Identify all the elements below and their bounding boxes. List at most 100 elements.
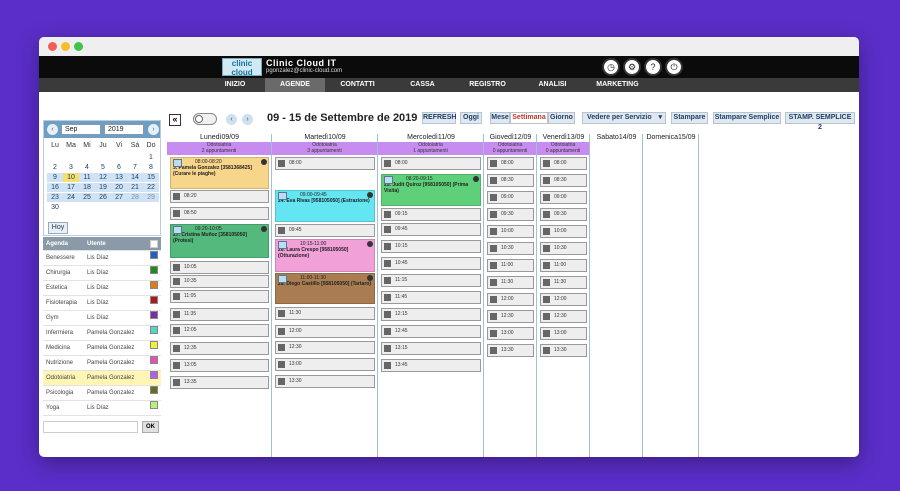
time-slot[interactable]: 12:30 (540, 310, 587, 323)
gear-icon[interactable]: ⚙ (623, 58, 641, 76)
add-appointment-icon[interactable] (278, 310, 285, 317)
add-appointment-icon[interactable] (173, 210, 180, 217)
calendar-day[interactable]: 14 (127, 173, 143, 182)
year-select[interactable]: 2019 (104, 124, 144, 135)
add-appointment-icon[interactable] (173, 379, 180, 386)
add-appointment-icon[interactable] (490, 177, 497, 184)
mese-button[interactable]: Mese (490, 112, 510, 124)
agenda-color-checkbox[interactable] (150, 266, 158, 274)
calendar-day[interactable]: 6 (111, 163, 127, 172)
agenda-row[interactable]: Medicina Pamela Gonzalez (43, 341, 161, 356)
select-all-checkbox[interactable] (150, 240, 158, 248)
add-appointment-icon[interactable] (173, 327, 180, 334)
agenda-row[interactable]: Chirurgia Lis Díaz (43, 266, 161, 281)
time-slot[interactable]: 10:05 (170, 261, 269, 274)
hoy-button[interactable]: Hoy (48, 222, 68, 234)
time-slot[interactable]: 13:45 (381, 359, 481, 372)
add-appointment-icon[interactable] (490, 313, 497, 320)
calendar-day[interactable]: 15 (143, 173, 159, 182)
calendar-day[interactable]: 30 (47, 203, 63, 212)
time-slot[interactable]: 13:00 (275, 358, 375, 371)
add-appointment-icon[interactable] (543, 347, 550, 354)
add-appointment-icon[interactable] (384, 260, 391, 267)
add-appointment-icon[interactable] (384, 226, 391, 233)
time-slot[interactable]: 12:35 (170, 342, 269, 355)
add-appointment-icon[interactable] (173, 311, 180, 318)
time-slot[interactable]: 10:30 (540, 242, 587, 255)
appointment-card[interactable]: 08:00-08:20 3. Pamela Gonzalez [358136842… (170, 157, 269, 189)
power-icon[interactable]: ⏻ (665, 58, 683, 76)
time-slot[interactable]: 09:00 (487, 191, 534, 204)
time-slot[interactable]: 10:35 (170, 275, 269, 288)
add-appointment-icon[interactable] (173, 278, 180, 285)
time-slot[interactable]: 09:45 (275, 224, 375, 237)
stampare-button[interactable]: Stampare (671, 112, 708, 124)
next-week-icon[interactable]: › (242, 114, 253, 125)
time-slot[interactable]: 12:30 (487, 310, 534, 323)
time-slot[interactable]: 13:05 (170, 359, 269, 372)
refresh-button[interactable]: REFRESH (422, 112, 456, 124)
agenda-row[interactable]: Yoga Lis Díaz (43, 401, 161, 416)
add-appointment-icon[interactable] (490, 279, 497, 286)
maximize-window-button[interactable] (74, 42, 83, 51)
time-slot[interactable]: 10:30 (487, 242, 534, 255)
time-slot[interactable]: 10:15 (381, 240, 481, 253)
time-slot[interactable]: 09:45 (381, 223, 481, 236)
add-appointment-icon[interactable] (543, 160, 550, 167)
close-window-button[interactable] (48, 42, 57, 51)
calendar-day[interactable]: 29 (143, 193, 159, 202)
time-slot[interactable]: 13:30 (540, 344, 587, 357)
clock-icon[interactable]: ◷ (602, 58, 620, 76)
add-appointment-icon[interactable] (384, 362, 391, 369)
calendar-day[interactable]: 22 (143, 183, 159, 192)
add-appointment-icon[interactable] (543, 296, 550, 303)
time-slot[interactable]: 08:50 (170, 207, 269, 220)
time-slot[interactable]: 08:00 (275, 157, 375, 170)
time-slot[interactable]: 09:30 (540, 208, 587, 221)
time-slot[interactable]: 11:05 (170, 290, 269, 303)
add-appointment-icon[interactable] (173, 345, 180, 352)
appointment-card[interactable]: 09:20-10:05 27. Cristina Muñoz [358105050… (170, 224, 269, 258)
minimize-window-button[interactable] (61, 42, 70, 51)
add-appointment-icon[interactable] (490, 296, 497, 303)
agenda-row[interactable]: Benessere Lis Díaz (43, 251, 161, 266)
time-slot[interactable]: 11:30 (487, 276, 534, 289)
time-slot[interactable]: 12:00 (487, 293, 534, 306)
day-column[interactable] (590, 134, 643, 457)
clinic-cloud-logo[interactable]: clinic cloud (222, 58, 262, 77)
calendar-day[interactable]: 18 (79, 183, 95, 192)
time-slot[interactable]: 09:30 (487, 208, 534, 221)
time-slot[interactable]: 10:00 (540, 225, 587, 238)
vedere-per-servizio-select[interactable]: Vedere per Servizio ▾ (582, 112, 666, 124)
time-slot[interactable]: 13:00 (540, 327, 587, 340)
time-slot[interactable]: 13:15 (381, 342, 481, 355)
agenda-color-checkbox[interactable] (150, 386, 158, 394)
prev-week-icon[interactable]: ‹ (226, 114, 237, 125)
time-slot[interactable]: 13:30 (487, 344, 534, 357)
calendar-day[interactable]: 10 (63, 173, 79, 182)
add-appointment-icon[interactable] (278, 328, 285, 335)
add-appointment-icon[interactable] (490, 228, 497, 235)
nav-registro[interactable]: REGISTRO (455, 78, 520, 92)
appointment-card[interactable]: 08:20-09:15 25. Judit Quiroz [958105050] … (381, 174, 481, 206)
view-toggle-switch[interactable] (193, 113, 217, 125)
time-slot[interactable]: 11:15 (381, 274, 481, 287)
calendar-day[interactable]: 26 (95, 193, 111, 202)
time-slot[interactable]: 11:35 (170, 308, 269, 321)
add-appointment-icon[interactable] (384, 311, 391, 318)
ok-button[interactable]: OK (142, 421, 159, 433)
add-appointment-icon[interactable] (490, 211, 497, 218)
add-appointment-icon[interactable] (543, 279, 550, 286)
agenda-row[interactable]: Gym Lis Díaz (43, 311, 161, 326)
nav-inizio[interactable]: INIZIO (207, 78, 263, 92)
time-slot[interactable]: 13:30 (275, 375, 375, 388)
agenda-color-checkbox[interactable] (150, 281, 158, 289)
time-slot[interactable]: 13:35 (170, 376, 269, 389)
settimana-button[interactable]: Settimana (510, 112, 548, 124)
add-appointment-icon[interactable] (384, 328, 391, 335)
time-slot[interactable]: 08:00 (487, 157, 534, 170)
time-slot[interactable]: 12:05 (170, 324, 269, 337)
time-slot[interactable]: 08:00 (381, 157, 481, 170)
agenda-color-checkbox[interactable] (150, 356, 158, 364)
agenda-color-checkbox[interactable] (150, 341, 158, 349)
